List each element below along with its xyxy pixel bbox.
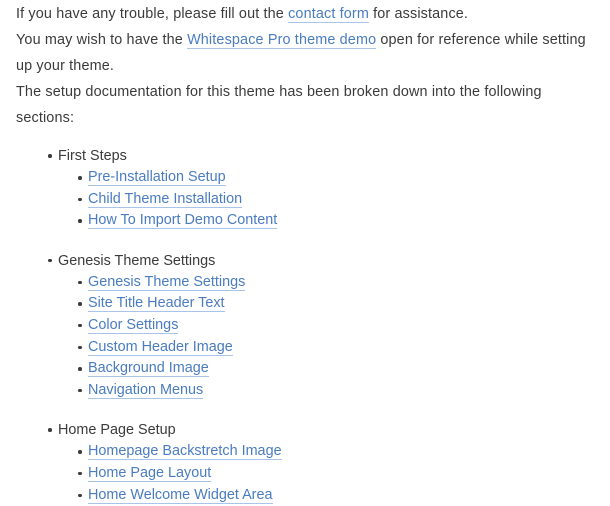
bullet-icon [78, 471, 82, 476]
bullet-icon [78, 367, 82, 371]
bullet-icon [78, 345, 82, 350]
list-item: Site Title Header Text [16, 293, 594, 315]
paragraph-text-before: You may wish to have the [16, 32, 188, 48]
section-group-home-page-setup: Home Page Setup Homepage Backstretch Ima… [16, 419, 594, 506]
doc-link[interactable]: Background Image [88, 360, 209, 378]
doc-link[interactable]: Custom Header Image [88, 338, 233, 356]
doc-link[interactable]: Child Theme Installation [88, 190, 243, 208]
list-item: Color Settings [16, 315, 594, 337]
list-item: Pre-Installation Setup [16, 167, 594, 189]
bullet-icon [78, 197, 82, 202]
doc-link[interactable]: How To Import Demo Content [88, 212, 278, 230]
paragraph-trouble: If you have any trouble, please fill out… [16, 0, 594, 27]
documentation-section-list: First Steps Pre-Installation Setup Child… [16, 145, 594, 506]
paragraph-text-before: If you have any trouble, please fill out… [16, 6, 289, 22]
bullet-icon [78, 493, 82, 498]
bullet-icon [48, 428, 52, 432]
list-item: How To Import Demo Content [16, 210, 594, 232]
list-item: Navigation Menus [16, 380, 594, 402]
list-item: Genesis Theme Settings [16, 272, 594, 294]
section-heading: Home Page Setup [16, 419, 594, 441]
bullet-icon [48, 154, 52, 158]
section-gap [16, 401, 594, 419]
doc-link[interactable]: Site Title Header Text [88, 295, 225, 313]
section-heading: Genesis Theme Settings [16, 250, 594, 272]
section-link-list: Pre-Installation Setup Child Theme Insta… [16, 167, 594, 232]
bullet-icon [78, 388, 82, 393]
section-heading-label: Genesis Theme Settings [58, 252, 216, 269]
bullet-icon [48, 258, 52, 263]
list-item: Background Image [16, 358, 594, 380]
list-top-spacer [16, 131, 594, 145]
section-link-list: Genesis Theme Settings Site Title Header… [16, 272, 594, 402]
doc-link[interactable]: Navigation Menus [88, 381, 204, 399]
bullet-icon [78, 450, 82, 454]
bullet-icon [78, 280, 82, 285]
list-item: Child Theme Installation [16, 189, 594, 211]
doc-link[interactable]: Homepage Backstretch Image [88, 443, 282, 461]
doc-link[interactable]: Color Settings [88, 316, 179, 334]
section-heading-label: First Steps [58, 148, 127, 164]
list-item: Home Page Layout [16, 463, 594, 485]
paragraph-text-after: for assistance. [368, 6, 469, 22]
list-item: Homepage Backstretch Image [16, 441, 594, 463]
doc-link[interactable]: Home Welcome Widget Area [88, 486, 273, 504]
paragraph-text-before: The setup documentation for this theme h… [16, 84, 542, 126]
section-heading-label: Home Page Setup [58, 422, 176, 439]
section-heading: First Steps [16, 145, 594, 167]
paragraph-sections-intro: The setup documentation for this theme h… [16, 79, 594, 131]
bullet-icon [78, 176, 82, 180]
list-item: Custom Header Image [16, 337, 594, 359]
theme-demo-link[interactable]: Whitespace Pro theme demo [187, 32, 377, 49]
bullet-icon [78, 323, 82, 328]
section-gap [16, 232, 594, 250]
section-group-genesis-theme-settings: Genesis Theme Settings Genesis Theme Set… [16, 250, 594, 402]
doc-link[interactable]: Home Page Layout [88, 464, 212, 482]
section-group-first-steps: First Steps Pre-Installation Setup Child… [16, 145, 594, 232]
bullet-icon [78, 219, 82, 223]
doc-link[interactable]: Pre-Installation Setup [88, 169, 226, 186]
document-body: If you have any trouble, please fill out… [0, 0, 610, 506]
paragraph-demo-reference: You may wish to have the Whitespace Pro … [16, 27, 594, 79]
bullet-icon [78, 302, 82, 306]
contact-form-link[interactable]: contact form [288, 6, 369, 23]
section-link-list: Homepage Backstretch Image Home Page Lay… [16, 441, 594, 506]
list-item: Home Welcome Widget Area [16, 485, 594, 506]
doc-link[interactable]: Genesis Theme Settings [88, 273, 246, 291]
